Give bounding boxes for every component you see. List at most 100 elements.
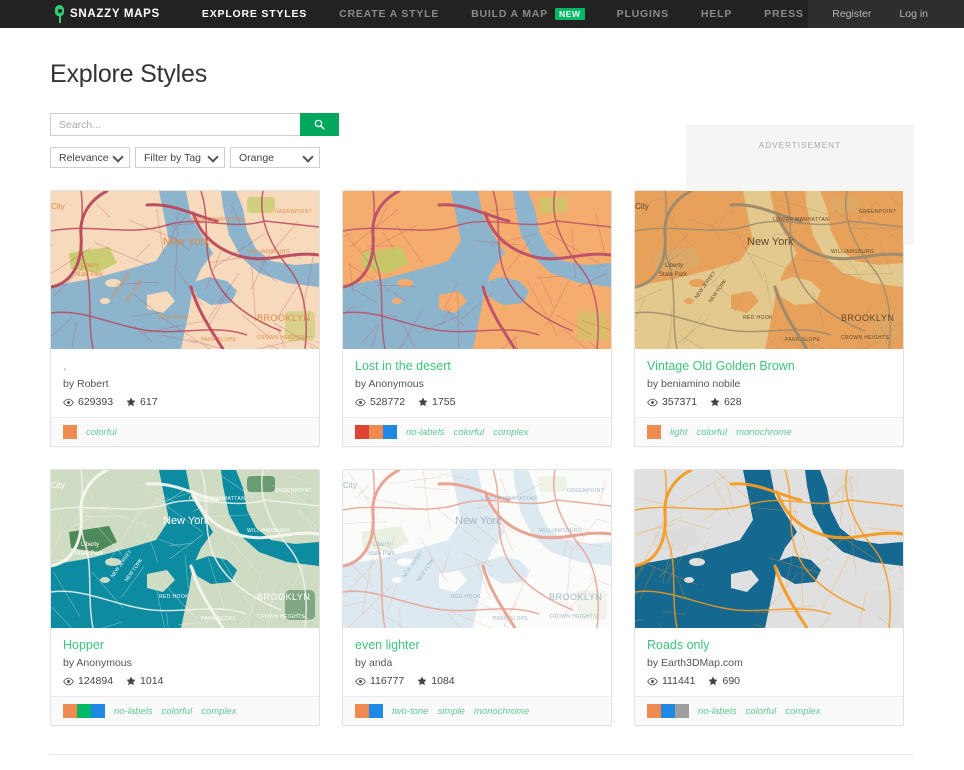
star-icon (126, 676, 136, 686)
tag-link[interactable]: colorful (696, 427, 727, 438)
views-stat: 629393 (63, 396, 113, 408)
style-card[interactable]: Lost in the desert by Anonymous 528772 1755… (342, 190, 612, 447)
tag-link[interactable]: complex (785, 706, 820, 717)
svg-text:GREENPOINT: GREENPOINT (567, 488, 604, 494)
login-link[interactable]: Log in (885, 8, 942, 20)
style-card[interactable]: New York BROOKLYN City LOWER MANHATTAN WILLI… (342, 469, 612, 726)
tag-link[interactable]: monochrome (474, 706, 529, 717)
card-body: Vintage Old Golden Brown by beniamino nob… (635, 349, 903, 417)
register-link[interactable]: Register (818, 8, 885, 20)
svg-text:Liberty: Liberty (665, 263, 683, 269)
svg-text:LOWER MANHATTAN: LOWER MANHATTAN (773, 217, 829, 223)
eye-icon (63, 398, 74, 407)
svg-text:BROOKLYN: BROOKLYN (257, 592, 310, 602)
style-card[interactable]: New York BROOKLYN City LOWER MANHATTAN WILLI… (50, 190, 320, 447)
svg-text:WILLIAMSBURG: WILLIAMSBURG (831, 249, 874, 255)
brand-logo-link[interactable]: SNAZZY MAPS (55, 5, 160, 23)
nav-item-explore-styles[interactable]: EXPLORE STYLES (186, 0, 323, 28)
card-stats: 111441 690 (647, 675, 891, 687)
star-icon (126, 397, 136, 407)
color-swatch (647, 425, 661, 439)
card-stats: 357371 628 (647, 396, 891, 408)
style-preview-thumbnail[interactable]: New York BROOKLYN City LOWER MANHATTAN WILLI… (51, 470, 319, 628)
tag-list: two-tone simple monochrome (392, 706, 529, 717)
style-preview-thumbnail[interactable]: New York BROOKLYN City LOWER MANHATTAN WILLI… (635, 191, 903, 349)
nav-item-plugins[interactable]: PLUGINS (601, 0, 685, 28)
style-title-link[interactable]: Vintage Old Golden Brown (647, 359, 891, 374)
nav-item-label: CREATE A STYLE (339, 8, 440, 20)
style-card[interactable]: New York BROOKLYN City LOWER MANHATTAN WILLI… (50, 469, 320, 726)
search-input[interactable] (50, 113, 300, 136)
svg-text:State Park: State Park (75, 551, 104, 557)
tag-link[interactable]: no-labels (698, 706, 737, 717)
svg-text:New York: New York (455, 515, 502, 527)
favorites-count: 1084 (431, 675, 455, 687)
style-card[interactable]: New York BROOKLYN City LOWER MANHATTAN WILLI… (634, 190, 904, 447)
svg-text:BROOKLYN: BROOKLYN (257, 313, 310, 323)
card-stats: 528772 1755 (355, 396, 599, 408)
page-title: Explore Styles (50, 60, 207, 88)
favorites-stat: 690 (708, 675, 740, 687)
svg-text:LOWER MANHATTAN: LOWER MANHATTAN (189, 496, 245, 502)
color-swatch (675, 704, 689, 718)
nav-item-create-a-style[interactable]: CREATE A STYLE (323, 0, 455, 28)
tag-link[interactable]: colorful (86, 427, 117, 438)
svg-text:PARK SLOPE: PARK SLOPE (201, 337, 237, 343)
tag-list: no-labels colorful complex (698, 706, 821, 717)
top-navbar: SNAZZY MAPS EXPLORE STYLES CREATE A STYL… (0, 0, 964, 28)
style-author: by Robert (63, 378, 109, 390)
style-author: by beniamino nobile (647, 378, 741, 390)
star-icon (417, 676, 427, 686)
sort-select[interactable]: Relevance (50, 147, 130, 168)
tag-link[interactable]: colorful (746, 706, 777, 717)
color-swatch (63, 704, 77, 718)
nav-left-group: SNAZZY MAPS EXPLORE STYLES CREATE A STYL… (0, 0, 820, 28)
style-title-link[interactable]: Roads only (647, 638, 891, 653)
svg-text:PARK SLOPE: PARK SLOPE (201, 616, 237, 622)
svg-text:RED HOOK: RED HOOK (159, 594, 189, 600)
tag-link[interactable]: colorful (162, 706, 193, 717)
svg-text:State Park: State Park (659, 272, 688, 278)
tag-link[interactable]: monochrome (736, 427, 791, 438)
tag-link[interactable]: no-labels (406, 427, 445, 438)
style-title-link[interactable]: Lost in the desert (355, 359, 599, 374)
card-body: even lighter by anda 116777 1084 (343, 628, 611, 696)
nav-item-help[interactable]: HELP (685, 0, 748, 28)
style-title-link[interactable]: Hopper (63, 638, 307, 653)
tag-link[interactable]: no-labels (114, 706, 153, 717)
tag-link[interactable]: complex (493, 427, 528, 438)
card-body: . by Robert 629393 617 (51, 349, 319, 417)
svg-text:GREENPOINT: GREENPOINT (859, 209, 896, 215)
tag-link[interactable]: two-tone (392, 706, 428, 717)
page-container: Explore Styles ADVERTISEMENT Relevance (0, 60, 964, 726)
svg-text:BROOKLYN: BROOKLYN (841, 313, 894, 323)
style-preview-thumbnail[interactable]: New York BROOKLYN City LOWER MANHATTAN WILLI… (343, 470, 611, 628)
card-footer: light colorful monochrome (635, 417, 903, 446)
nav-item-build-a-map[interactable]: BUILD A MAP NEW (455, 0, 601, 28)
svg-text:City: City (635, 202, 649, 211)
tag-link[interactable]: complex (201, 706, 236, 717)
tag-link[interactable]: colorful (454, 427, 485, 438)
style-title-link[interactable]: . (63, 359, 307, 374)
views-count: 528772 (370, 396, 406, 408)
svg-text:WILLIAMSBURG: WILLIAMSBURG (247, 528, 290, 534)
style-title-link[interactable]: even lighter (355, 638, 599, 653)
tag-link[interactable]: simple (437, 706, 464, 717)
style-card[interactable]: Roads only by Earth3DMap.com 111441 690 no-l… (634, 469, 904, 726)
color-swatch (355, 704, 369, 718)
tag-link[interactable]: light (670, 427, 687, 438)
search-icon (314, 119, 325, 130)
card-footer: colorful (51, 417, 319, 446)
style-preview-thumbnail[interactable]: New York BROOKLYN City LOWER MANHATTAN WILLI… (51, 191, 319, 349)
svg-text:Liberty: Liberty (81, 263, 99, 269)
nav-item-label: BUILD A MAP (471, 8, 548, 20)
svg-text:City: City (51, 481, 65, 490)
color-filter-select[interactable]: Orange (230, 147, 320, 168)
color-filter-value: Orange (239, 151, 275, 164)
style-preview-thumbnail[interactable] (635, 470, 903, 628)
tag-filter-select[interactable]: Filter by Tag (135, 147, 225, 168)
views-count: 357371 (662, 396, 698, 408)
style-preview-thumbnail[interactable] (343, 191, 611, 349)
search-button[interactable] (300, 113, 339, 136)
color-swatches (63, 704, 105, 718)
